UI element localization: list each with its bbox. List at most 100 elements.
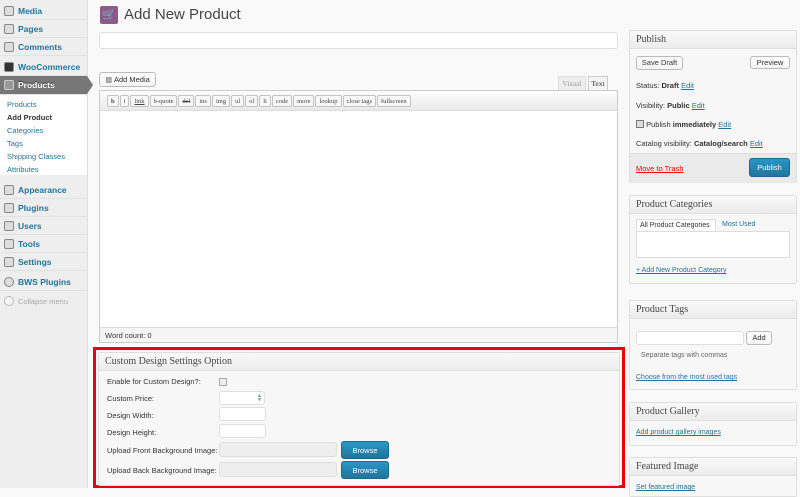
add-category-link[interactable]: + Add New Product Category [636,267,726,274]
add-tag-button[interactable]: Add [746,331,772,345]
menu-label: Media [18,5,43,16]
design-height-input[interactable] [219,424,266,438]
custom-price-input[interactable]: ▲ ▼ [219,391,265,405]
add-media-icon: ▩ [105,75,113,84]
choose-tags-link[interactable]: Choose from the most used tags [636,374,737,381]
menu-tools[interactable]: Tools [0,235,87,253]
quicktag-b-quote-button[interactable]: b-quote [149,95,178,107]
word-count: Word count: 0 [100,327,617,342]
quicktag-fullscreen-button[interactable]: fullscreen [377,95,411,107]
tab-visual[interactable]: Visual [558,76,586,91]
label: Upload Front Background Image: [107,446,218,455]
label: Custom Price: [107,394,155,403]
menu-bws-plugins[interactable]: BWS Plugins [0,273,87,291]
menu-label: Plugins [18,202,49,213]
front-image-input[interactable] [219,442,337,457]
submenu-categories[interactable]: Categories [0,124,87,137]
edit-visibility-link[interactable]: Edit [692,101,705,110]
menu-comments[interactable]: Comments [0,38,87,56]
quicktag-img-button[interactable]: img [211,95,231,107]
menu-appearance[interactable]: Appearance [0,181,87,199]
box-title: Product Tags [630,301,796,319]
tag-input[interactable] [636,331,744,345]
spinner-icon[interactable]: ▲ ▼ [257,394,262,403]
woocommerce-icon [4,61,14,72]
quicktag-code-button[interactable]: code [271,95,293,107]
page-title: Add New Product [124,6,241,23]
quicktag-li-button[interactable]: li [259,95,271,107]
menu-pages[interactable]: Pages [0,20,87,38]
save-draft-button[interactable]: Save Draft [636,56,683,70]
quicktag-close-tags-button[interactable]: close tags [342,95,376,107]
label: Design Height: [107,428,157,437]
label: Publish [646,120,671,129]
menu-label: Tools [18,238,41,249]
submenu-shipping-classes[interactable]: Shipping Classes [0,150,87,163]
add-media-button[interactable]: ▩ Add Media [99,72,156,87]
quicktag-ul-button[interactable]: ul [231,95,245,107]
catalog-value: Catalog/search [693,139,748,148]
label: Visibility: [636,101,666,110]
edit-status-link[interactable]: Edit [681,81,694,90]
custom-design-box: Custom Design Settings Option Enable for… [98,352,620,486]
enable-checkbox[interactable] [219,378,227,386]
menu-label: BWS Plugins [18,276,71,287]
calendar-icon [636,120,644,128]
status-row: Status: Draft Edit [636,81,694,90]
quicktag-lookup-button[interactable]: lookup [315,95,342,107]
submenu-products[interactable]: Products [0,98,87,111]
quicktag-del-button[interactable]: del [178,95,195,107]
bws-icon [4,276,14,287]
menu-label: Comments [18,41,62,52]
button-label: Add Media [113,75,150,84]
media-icon [4,5,14,16]
category-list [636,231,790,258]
plugins-icon [4,202,14,213]
menu-plugins[interactable]: Plugins [0,199,87,217]
admin-sidebar: Media Pages Comments WooCommerce Product… [0,0,93,488]
tools-icon [4,238,14,249]
product-title-input[interactable] [99,32,618,49]
quicktag-link-button[interactable]: link [130,95,149,107]
label: Upload Back Background Image: [107,466,217,475]
collapse-menu[interactable]: Collapse menu [0,292,87,310]
box-title: Product Categories [630,196,796,214]
quicktag-ins-button[interactable]: ins [195,95,211,107]
menu-media[interactable]: Media [0,2,87,20]
edit-catalog-link[interactable]: Edit [750,139,763,148]
move-to-trash-link[interactable]: Move to Trash [636,164,684,173]
design-width-input[interactable] [219,407,266,421]
settings-icon [4,256,14,267]
content-textarea[interactable] [100,111,617,327]
browse-front-button[interactable]: Browse [341,441,389,459]
box-title: Custom Design Settings Option [99,353,619,371]
menu-products[interactable]: Products [0,76,93,95]
menu-settings[interactable]: Settings [0,253,87,271]
browse-back-button[interactable]: Browse [341,461,389,479]
product-tags-box: Product Tags Add Separate tags with comm… [629,300,797,390]
publish-actions: Move to Trash Publish [630,153,796,183]
quicktag-b-button[interactable]: b [107,95,119,107]
submenu-add-product[interactable]: Add Product [0,111,87,124]
menu-woocommerce[interactable]: WooCommerce [0,58,87,76]
menu-users[interactable]: Users [0,217,87,235]
edit-schedule-link[interactable]: Edit [718,120,731,129]
add-gallery-link[interactable]: Add product gallery images [636,429,721,436]
box-title: Featured Image [630,458,796,476]
collapse-icon [4,296,14,306]
menu-label: Users [18,220,42,231]
submenu-tags[interactable]: Tags [0,137,87,150]
back-image-input[interactable] [219,462,337,477]
quicktag-ol-button[interactable]: ol [245,95,259,107]
tab-most-used[interactable]: Most Used [722,221,755,228]
quicktag-i-button[interactable]: i [119,95,130,107]
box-title: Product Gallery [630,403,796,421]
tab-text[interactable]: Text [588,76,608,91]
pages-icon [4,23,14,34]
submenu-attributes[interactable]: Attributes [0,163,87,176]
preview-button[interactable]: Preview [750,56,790,69]
quicktag-more-button[interactable]: more [293,95,315,107]
publish-button[interactable]: Publish [749,158,790,177]
catalog-row: Catalog visibility: Catalog/search Edit [636,139,763,148]
label: Design Width: [107,411,154,420]
